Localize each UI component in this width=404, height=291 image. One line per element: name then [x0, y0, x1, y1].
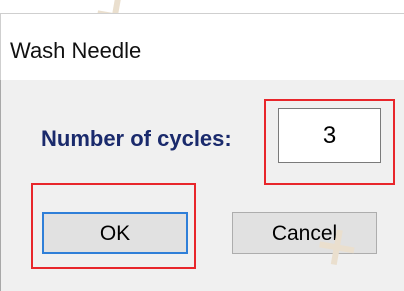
cancel-button[interactable]: Cancel	[232, 212, 377, 254]
cycles-input[interactable]	[278, 108, 381, 163]
ok-button[interactable]: OK	[42, 212, 188, 254]
cycles-label: Number of cycles:	[41, 126, 232, 151]
dialog-titlebar: Wash Needle	[0, 13, 404, 80]
screenshot-stage: ✕ Wash Needle Number of cycles: OK Cance…	[0, 0, 404, 291]
dialog-title: Wash Needle	[10, 38, 142, 63]
